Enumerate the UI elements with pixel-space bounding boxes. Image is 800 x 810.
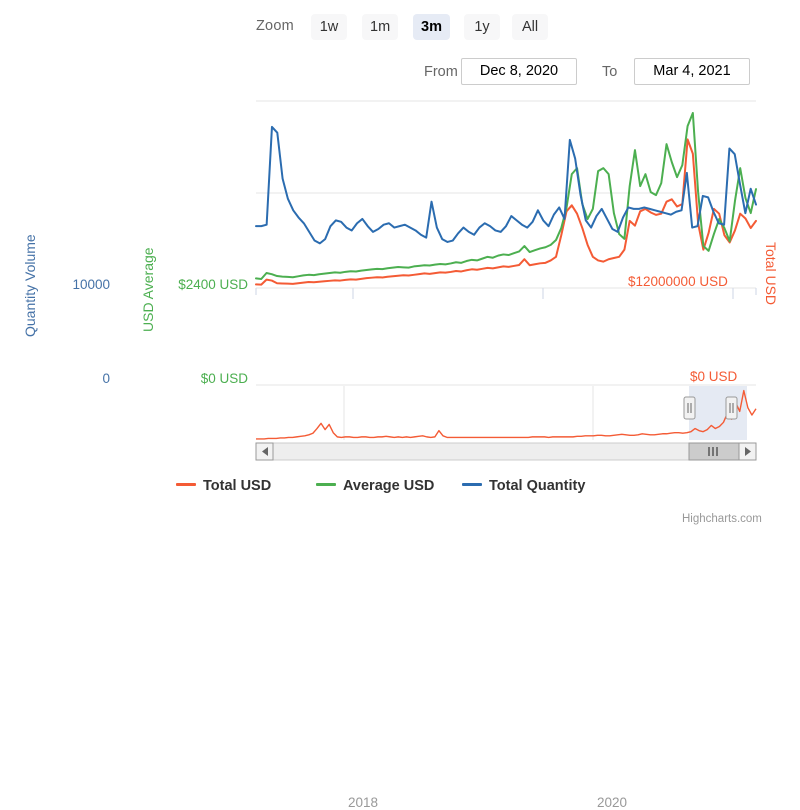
navigator-year-2020: 2020 — [597, 795, 627, 810]
legend-label-average-usd: Average USD — [343, 478, 434, 494]
navigator-scrollbar[interactable] — [256, 443, 756, 460]
zoom-button-1y[interactable]: 1y — [464, 14, 500, 40]
legend-item-total-quantity[interactable]: Total Quantity — [462, 478, 585, 500]
legend-swatch-total-quantity — [462, 483, 482, 486]
legend-label-total-quantity: Total Quantity — [489, 478, 585, 494]
y-tick-total-usd-high: $12000000 USD — [628, 274, 756, 289]
highcharts-credits[interactable]: Highcharts.com — [682, 513, 762, 525]
y-axis-title-quantity-volume: Quantity Volume — [22, 234, 38, 337]
legend-swatch-total-usd — [176, 483, 196, 486]
navigator-svg — [0, 372, 800, 467]
series-line-average-usd — [256, 113, 756, 279]
y-tick-quantity-high: 10000 — [54, 277, 110, 292]
legend-item-total-usd[interactable]: Total USD — [176, 478, 271, 500]
navigator-year-2018: 2018 — [348, 795, 378, 810]
chart-legend: Total USD Average USD Total Quantity — [0, 478, 800, 504]
y-axis-title-usd-average: USD Average — [140, 247, 156, 332]
scrollbar-thumb[interactable] — [689, 443, 739, 460]
from-label: From — [424, 64, 458, 80]
series-line-total-quantity — [256, 127, 756, 244]
chart-navigator[interactable]: 2018 2020 — [0, 372, 800, 467]
legend-item-average-usd[interactable]: Average USD — [316, 478, 434, 500]
from-date-input[interactable]: Dec 8, 2020 — [461, 58, 577, 85]
zoom-button-3m[interactable]: 3m — [413, 14, 450, 40]
zoom-button-1w[interactable]: 1w — [311, 14, 347, 40]
series-line-total-usd — [256, 139, 756, 284]
y-axis-title-total-usd: Total USD — [763, 242, 779, 305]
navigator-handle-left[interactable] — [684, 397, 695, 419]
zoom-button-all[interactable]: All — [512, 14, 548, 40]
scrollbar-track[interactable] — [256, 443, 756, 460]
date-range-inputs: From Dec 8, 2020 To Mar 4, 2021 — [0, 50, 800, 92]
legend-swatch-average-usd — [316, 483, 336, 486]
to-date-input[interactable]: Mar 4, 2021 — [634, 58, 750, 85]
x-axis-ticks — [256, 288, 756, 299]
gridlines — [256, 101, 756, 288]
to-label: To — [602, 64, 617, 80]
range-selector: Zoom 1w 1m 3m 1y All — [0, 0, 800, 50]
series-lines — [256, 113, 756, 285]
zoom-label: Zoom — [256, 18, 294, 34]
navigator-selected-range[interactable] — [689, 386, 747, 440]
navigator-handle-right[interactable] — [726, 397, 737, 419]
navigator-background — [256, 386, 756, 440]
chart-plot-area[interactable]: Quantity Volume USD Average Total USD 10… — [0, 92, 800, 322]
legend-label-total-usd: Total USD — [203, 478, 271, 494]
zoom-button-1m[interactable]: 1m — [362, 14, 398, 40]
y-tick-average-high: $2400 USD — [160, 277, 248, 292]
